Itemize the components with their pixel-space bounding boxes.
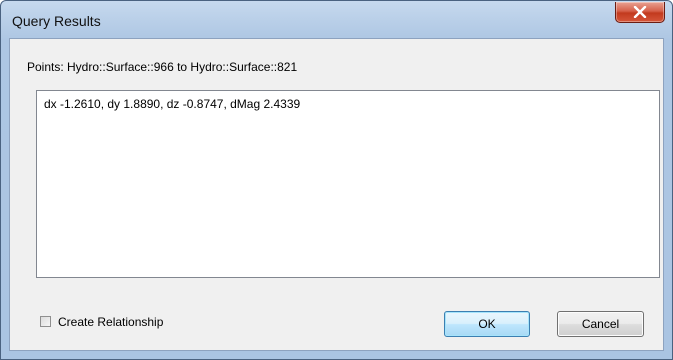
create-relationship-label: Create Relationship bbox=[58, 315, 164, 329]
query-results-window: Query Results Points: Hydro::Surface::96… bbox=[0, 0, 673, 360]
title-bar[interactable]: Query Results bbox=[1, 1, 672, 38]
results-text: dx -1.2610, dy 1.8890, dz -0.8747, dMag … bbox=[44, 97, 301, 111]
dialog-body: Points: Hydro::Surface::966 to Hydro::Su… bbox=[9, 38, 664, 351]
close-x-icon bbox=[633, 6, 647, 18]
close-button[interactable] bbox=[615, 2, 665, 23]
results-textbox[interactable]: dx -1.2610, dy 1.8890, dz -0.8747, dMag … bbox=[36, 90, 660, 278]
cancel-button[interactable]: Cancel bbox=[557, 311, 644, 337]
window-title: Query Results bbox=[12, 13, 101, 29]
points-label: Points: Hydro::Surface::966 to Hydro::Su… bbox=[27, 60, 298, 74]
create-relationship-checkbox[interactable] bbox=[40, 316, 51, 327]
ok-button[interactable]: OK bbox=[444, 311, 530, 337]
